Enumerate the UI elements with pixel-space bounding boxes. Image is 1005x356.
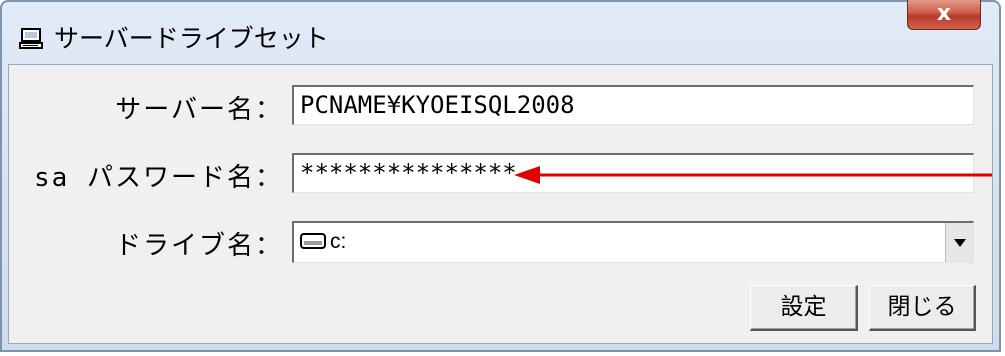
dialog-window: サーバードライブセット x サーバー名： PCNAME¥KYOEISQL2008… (0, 0, 1001, 352)
annotation-arrow (514, 166, 992, 184)
